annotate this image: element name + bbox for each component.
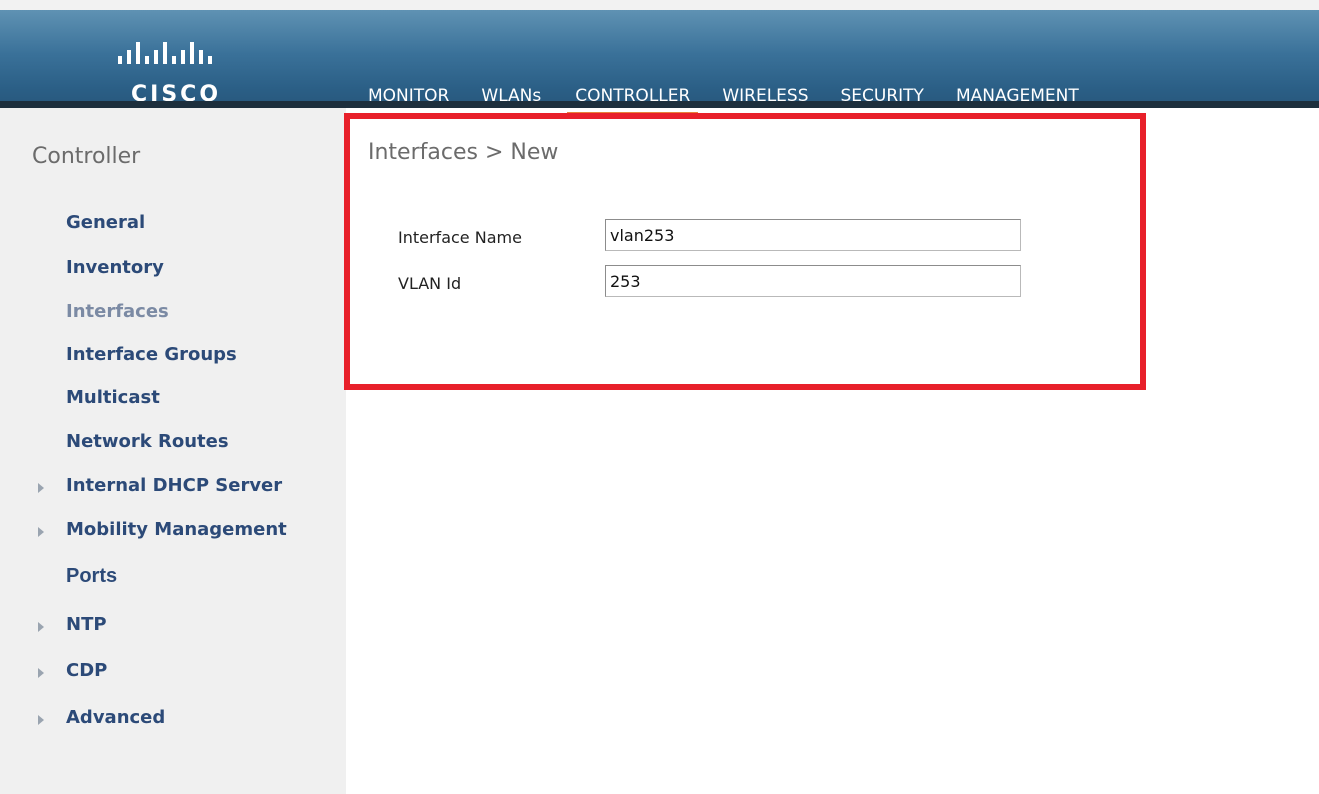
nav-wireless[interactable]: WIRELESS <box>716 82 814 116</box>
sidebar-item-network-routes[interactable]: Network Routes <box>66 431 229 452</box>
interface-name-label: Interface Name <box>398 228 522 247</box>
sidebar-item-internal-dhcp-server[interactable]: Internal DHCP Server <box>66 475 282 496</box>
interface-name-input[interactable] <box>605 219 1021 251</box>
nav-security[interactable]: SECURITY <box>835 82 930 116</box>
sidebar-item-mobility-management[interactable]: Mobility Management <box>66 519 287 540</box>
vlan-id-input[interactable] <box>605 265 1021 297</box>
sidebar-item-multicast[interactable]: Multicast <box>66 387 160 408</box>
header-divider <box>0 101 1319 108</box>
nav-controller[interactable]: CONTROLLER <box>567 82 699 116</box>
sidebar-item-cdp[interactable]: CDP <box>66 660 107 681</box>
top-header: CISCO MONITOR WLANs CONTROLLER WIRELESS … <box>0 0 1319 116</box>
page-title: Interfaces > New <box>368 140 559 165</box>
vlan-id-label: VLAN Id <box>398 274 462 293</box>
expand-arrow-icon[interactable] <box>38 622 44 632</box>
expand-arrow-icon[interactable] <box>38 715 44 725</box>
sidebar: Controller General Inventory Interfaces … <box>0 108 346 794</box>
cisco-logo-icon <box>118 42 212 64</box>
sidebar-item-interface-groups[interactable]: Interface Groups <box>66 344 237 365</box>
expand-arrow-icon[interactable] <box>38 668 44 678</box>
sidebar-item-advanced[interactable]: Advanced <box>66 707 165 728</box>
expand-arrow-icon[interactable] <box>38 483 44 493</box>
expand-arrow-icon[interactable] <box>38 527 44 537</box>
sidebar-item-inventory[interactable]: Inventory <box>66 257 164 278</box>
nav-wlans[interactable]: WLANs <box>475 82 547 116</box>
main-nav: MONITOR WLANs CONTROLLER WIRELESS SECURI… <box>362 82 1105 116</box>
sidebar-title: Controller <box>32 144 141 169</box>
sidebar-item-ntp[interactable]: NTP <box>66 614 107 635</box>
sidebar-item-interfaces[interactable]: Interfaces <box>66 301 169 322</box>
nav-monitor[interactable]: MONITOR <box>362 82 455 116</box>
sidebar-item-general[interactable]: General <box>66 212 145 233</box>
nav-management[interactable]: MANAGEMENT <box>950 82 1085 116</box>
sidebar-item-ports[interactable]: Ports <box>66 565 117 588</box>
